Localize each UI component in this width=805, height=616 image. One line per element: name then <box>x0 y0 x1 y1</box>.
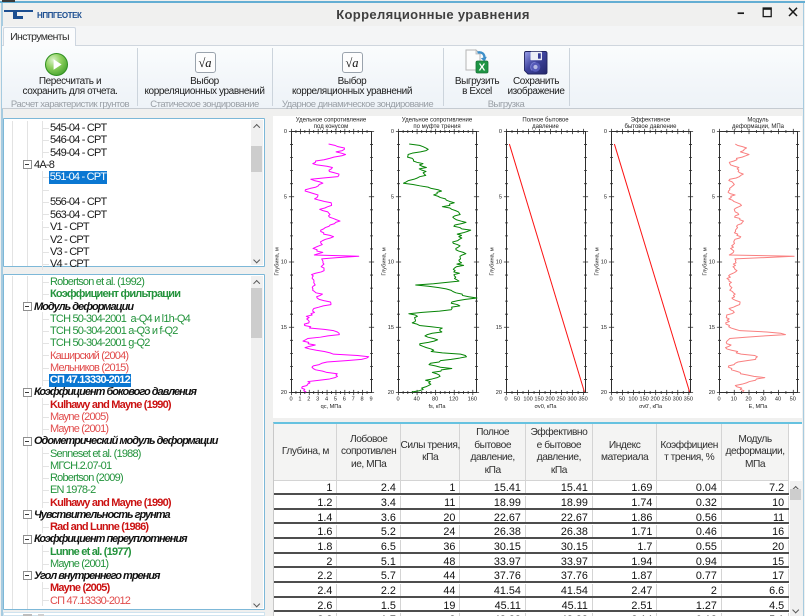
svg-text:200: 200 <box>651 397 660 403</box>
svg-text:20: 20 <box>745 397 751 403</box>
svg-text:5: 5 <box>499 194 502 200</box>
svg-text:Глубина, м: Глубина, м <box>595 247 601 275</box>
svg-text:Удельное сопротивление: Удельное сопротивление <box>296 118 367 124</box>
svg-text:50: 50 <box>790 397 796 403</box>
svg-text:10: 10 <box>601 260 607 266</box>
svg-text:8: 8 <box>361 397 364 403</box>
svg-text:100: 100 <box>628 397 637 403</box>
svg-text:по муфте трения: по муфте трения <box>413 124 460 130</box>
svg-text:30: 30 <box>760 397 766 403</box>
svg-text:10: 10 <box>496 260 502 266</box>
svg-text:σv0', кПа: σv0', кПа <box>639 404 663 410</box>
svg-text:Эффективное: Эффективное <box>631 118 671 124</box>
svg-text:6: 6 <box>343 397 346 403</box>
svg-text:Удельное сопротивление: Удельное сопротивление <box>402 118 473 124</box>
svg-text:200: 200 <box>545 397 554 403</box>
svg-text:5: 5 <box>391 194 394 200</box>
svg-text:4: 4 <box>325 397 328 403</box>
svg-text:Глубина, м: Глубина, м <box>382 247 388 275</box>
svg-text:Полное бытовое: Полное бытовое <box>522 118 569 124</box>
svg-text:250: 250 <box>662 397 671 403</box>
svg-text:5: 5 <box>334 397 337 403</box>
svg-text:бытовое давление: бытовое давление <box>625 124 678 130</box>
svg-text:150: 150 <box>639 397 648 403</box>
svg-text:2: 2 <box>307 397 310 403</box>
svg-text:9: 9 <box>369 397 372 403</box>
svg-text:120: 120 <box>449 397 458 403</box>
svg-text:50: 50 <box>514 397 520 403</box>
svg-text:20: 20 <box>281 390 287 396</box>
svg-text:0: 0 <box>604 129 607 135</box>
svg-text:15: 15 <box>709 325 715 331</box>
svg-text:E, МПа: E, МПа <box>749 404 769 410</box>
svg-text:80: 80 <box>432 397 438 403</box>
svg-text:qc, МПа: qc, МПа <box>321 404 343 410</box>
svg-text:100: 100 <box>523 397 532 403</box>
svg-text:Модуль: Модуль <box>747 118 768 124</box>
svg-text:7: 7 <box>352 397 355 403</box>
svg-text:300: 300 <box>673 397 682 403</box>
svg-text:0: 0 <box>609 397 612 403</box>
svg-text:15: 15 <box>388 325 394 331</box>
svg-text:1: 1 <box>298 397 301 403</box>
svg-text:15: 15 <box>281 325 287 331</box>
svg-text:150: 150 <box>534 397 543 403</box>
svg-text:350: 350 <box>684 397 693 403</box>
svg-text:20: 20 <box>388 390 394 396</box>
svg-text:fs, кПа: fs, кПа <box>428 404 446 410</box>
svg-text:0: 0 <box>504 397 507 403</box>
svg-text:0: 0 <box>284 129 287 135</box>
svg-text:Глубина, м: Глубина, м <box>490 247 496 275</box>
svg-text:250: 250 <box>556 397 565 403</box>
svg-text:350: 350 <box>578 397 587 403</box>
svg-text:20: 20 <box>601 390 607 396</box>
svg-text:3: 3 <box>316 397 319 403</box>
svg-text:15: 15 <box>601 325 607 331</box>
svg-text:40: 40 <box>775 397 781 403</box>
svg-text:0: 0 <box>289 397 292 403</box>
svg-text:σv0, кПа: σv0, кПа <box>534 404 557 410</box>
svg-text:20: 20 <box>496 390 502 396</box>
svg-text:50: 50 <box>619 397 625 403</box>
svg-text:0: 0 <box>712 129 715 135</box>
svg-text:Глубина, м: Глубина, м <box>275 247 281 275</box>
svg-text:10: 10 <box>709 260 715 266</box>
svg-text:5: 5 <box>712 194 715 200</box>
svg-text:40: 40 <box>413 397 419 403</box>
svg-text:10: 10 <box>388 260 394 266</box>
svg-text:0: 0 <box>396 397 399 403</box>
svg-text:деформации, МПа: деформации, МПа <box>732 124 785 130</box>
svg-text:под конусом: под конусом <box>314 124 348 130</box>
svg-text:10: 10 <box>281 260 287 266</box>
svg-text:20: 20 <box>709 390 715 396</box>
svg-text:X: X <box>479 63 486 74</box>
svg-text:0: 0 <box>391 129 394 135</box>
svg-text:0: 0 <box>717 397 720 403</box>
svg-text:160: 160 <box>468 397 477 403</box>
svg-text:15: 15 <box>496 325 502 331</box>
svg-text:5: 5 <box>604 194 607 200</box>
svg-text:300: 300 <box>567 397 576 403</box>
svg-text:5: 5 <box>284 194 287 200</box>
svg-text:Глубина, м: Глубина, м <box>703 247 709 275</box>
svg-text:0: 0 <box>499 129 502 135</box>
svg-text:давление: давление <box>532 124 559 130</box>
svg-text:10: 10 <box>731 397 737 403</box>
